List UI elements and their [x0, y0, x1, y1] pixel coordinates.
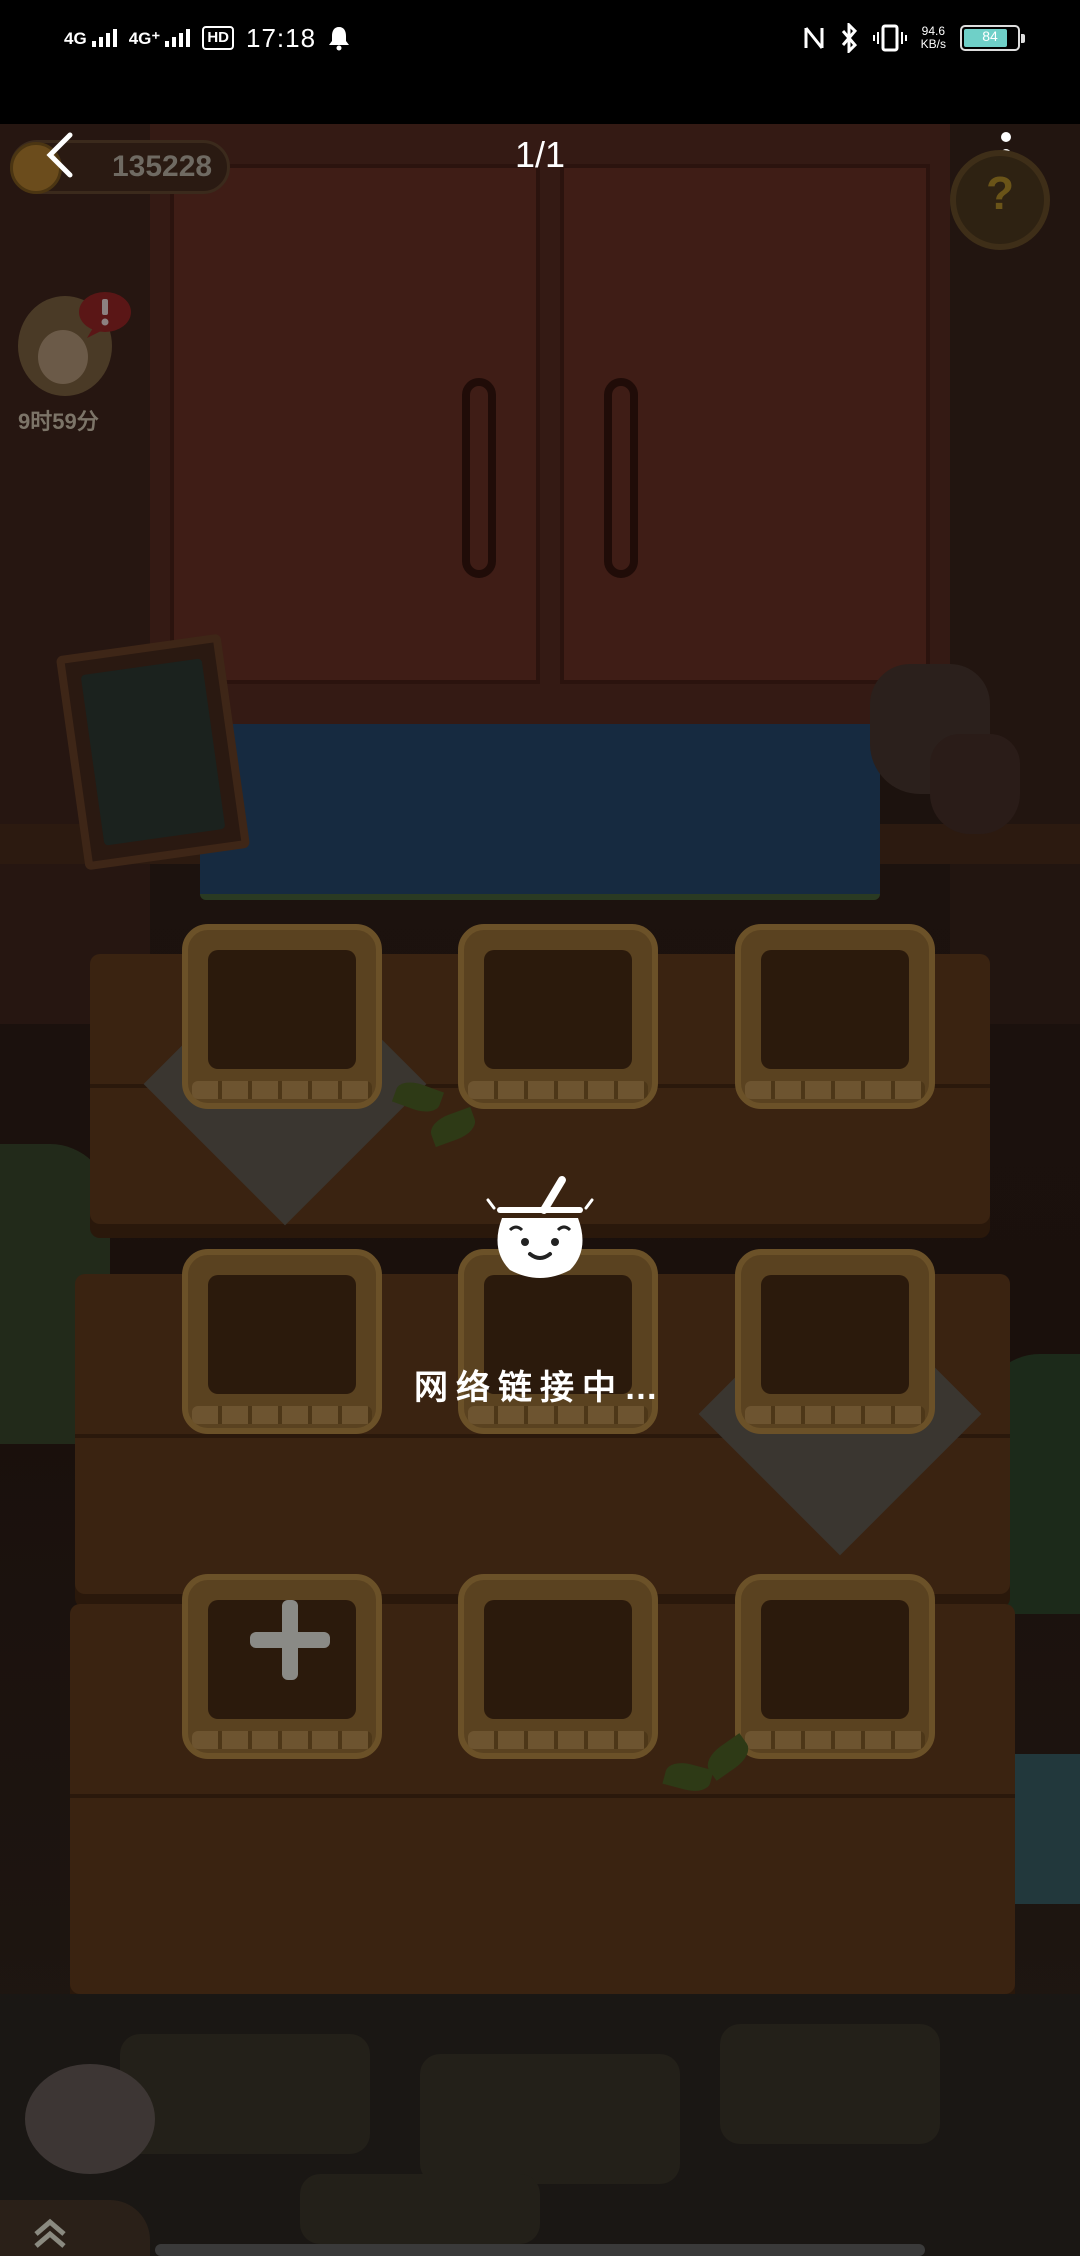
cabinet-door-left [170, 164, 540, 684]
cabinet-door-right [560, 164, 930, 684]
chevron-up-icon [34, 2218, 66, 2248]
floor-stone [720, 2024, 940, 2144]
signal-2: 4G⁺ [129, 29, 191, 47]
floor-stone [120, 2034, 370, 2154]
basket-weave [745, 1081, 925, 1099]
status-bar: 4G 4G⁺ HD 17:18 94.6 KB/s 84 [0, 0, 1080, 124]
clay-pots [860, 664, 1020, 834]
wall-left [0, 124, 150, 1024]
basket-weave [468, 1081, 648, 1099]
page-counter: 1/1 [514, 134, 566, 175]
cabinet-doors [150, 124, 950, 724]
signal-bars-icon [165, 29, 191, 47]
basket-weave [468, 1731, 648, 1749]
basket-weave [192, 1081, 372, 1099]
blue-cloth-counter [200, 724, 880, 900]
plus-icon[interactable] [250, 1600, 330, 1680]
bottom-bar [155, 2244, 925, 2256]
alert-icon [79, 292, 131, 338]
notification-bell-icon [329, 27, 350, 51]
bottom-drawer-tab[interactable] [0, 2200, 150, 2256]
basket-slot[interactable] [458, 924, 658, 1109]
stone-floor [0, 1994, 1080, 2256]
wall-right [950, 124, 1080, 1024]
basket-weave [192, 1731, 372, 1749]
basket-inside [761, 950, 909, 1069]
network-label-2: 4G⁺ [128, 29, 161, 48]
bluetooth-icon [841, 23, 857, 53]
nfc-icon [804, 27, 824, 49]
vibrate-icon [872, 24, 907, 52]
basket-inside [484, 950, 632, 1069]
basket-inside [761, 1600, 909, 1719]
sale-sign-image [55, 633, 251, 871]
hd-badge: HD [202, 26, 235, 50]
door-handle [604, 378, 638, 578]
basket-inside [208, 950, 356, 1069]
status-right: 94.6 KB/s 84 [803, 18, 1025, 58]
basket-slot[interactable] [182, 924, 382, 1109]
pot-small [930, 734, 1020, 834]
avatar-timer: 9时59分 [18, 409, 99, 434]
basket-inside [484, 1600, 632, 1719]
status-left: 4G 4G⁺ HD 17:18 [64, 18, 350, 58]
basket-slot[interactable] [458, 1574, 658, 1759]
basket-weave [745, 1731, 925, 1749]
net-speed: 94.6 KB/s [921, 25, 946, 51]
basket-slot[interactable] [735, 1574, 935, 1759]
door-handle [462, 378, 496, 578]
basket-slot[interactable] [735, 924, 935, 1109]
loading-text: 网络链接中… [414, 1369, 666, 1407]
loading-pot-icon [486, 1176, 594, 1278]
floor-stone [300, 2174, 540, 2244]
chalkboard [80, 658, 226, 846]
battery-level: 84 [982, 28, 998, 44]
signal-bars-icon [91, 29, 117, 47]
battery-icon: 84 [960, 25, 1025, 51]
plank [70, 1794, 1015, 1798]
help-icon[interactable]: ? [950, 150, 1050, 250]
egg-decoration [25, 2064, 155, 2174]
status-time: 17:18 [246, 22, 317, 53]
floor-stone [420, 2054, 680, 2184]
net-speed-unit: KB/s [920, 37, 946, 51]
signal-1: 4G [64, 29, 117, 47]
network-label-1: 4G [64, 29, 87, 48]
